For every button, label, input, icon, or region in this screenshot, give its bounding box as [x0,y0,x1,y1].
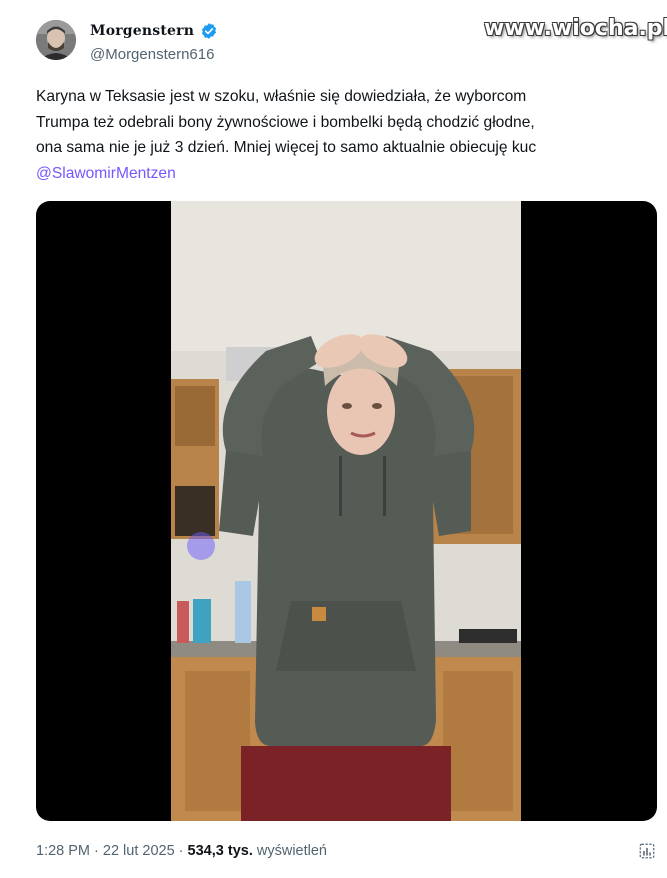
watermark: www.wiocha.pl [484,16,667,41]
tweet: Morgenstern @Morgenstern616 www.wiocha.p… [0,0,667,878]
tweet-text-line: Trumpa też odebrali bony żywnościowe i b… [36,113,535,131]
tweet-text: Karyna w Teksasie jest w szoku, właśnie … [36,84,658,187]
analytics-icon[interactable] [638,842,656,860]
tweet-time[interactable]: 1:28 PM [36,843,90,859]
author-name[interactable]: Morgenstern [90,23,194,39]
view-count: 534,3 tys. [187,843,253,859]
view-count-label: wyświetleń [252,843,327,859]
mention-link[interactable]: @SlawomirMentzen [36,165,176,182]
avatar-image [36,20,76,60]
separator: · [90,843,103,859]
tweet-date[interactable]: 22 lut 2025 [103,843,175,859]
tweet-meta: 1:28 PM · 22 lut 2025 · 534,3 tys. wyświ… [36,843,327,859]
avatar[interactable] [36,20,76,60]
video-media[interactable] [36,201,657,821]
separator: · [174,843,188,859]
tweet-text-line: ona sama nie je już 3 dzień. Mniej więce… [36,139,537,157]
video-frame [171,201,521,821]
video-thumbnail [171,201,521,821]
verified-badge-icon [201,23,217,39]
tweet-text-line: Karyna w Teksasie jest w szoku, właśnie … [36,88,527,105]
author-handle[interactable]: @Morgenstern616 [90,46,214,63]
